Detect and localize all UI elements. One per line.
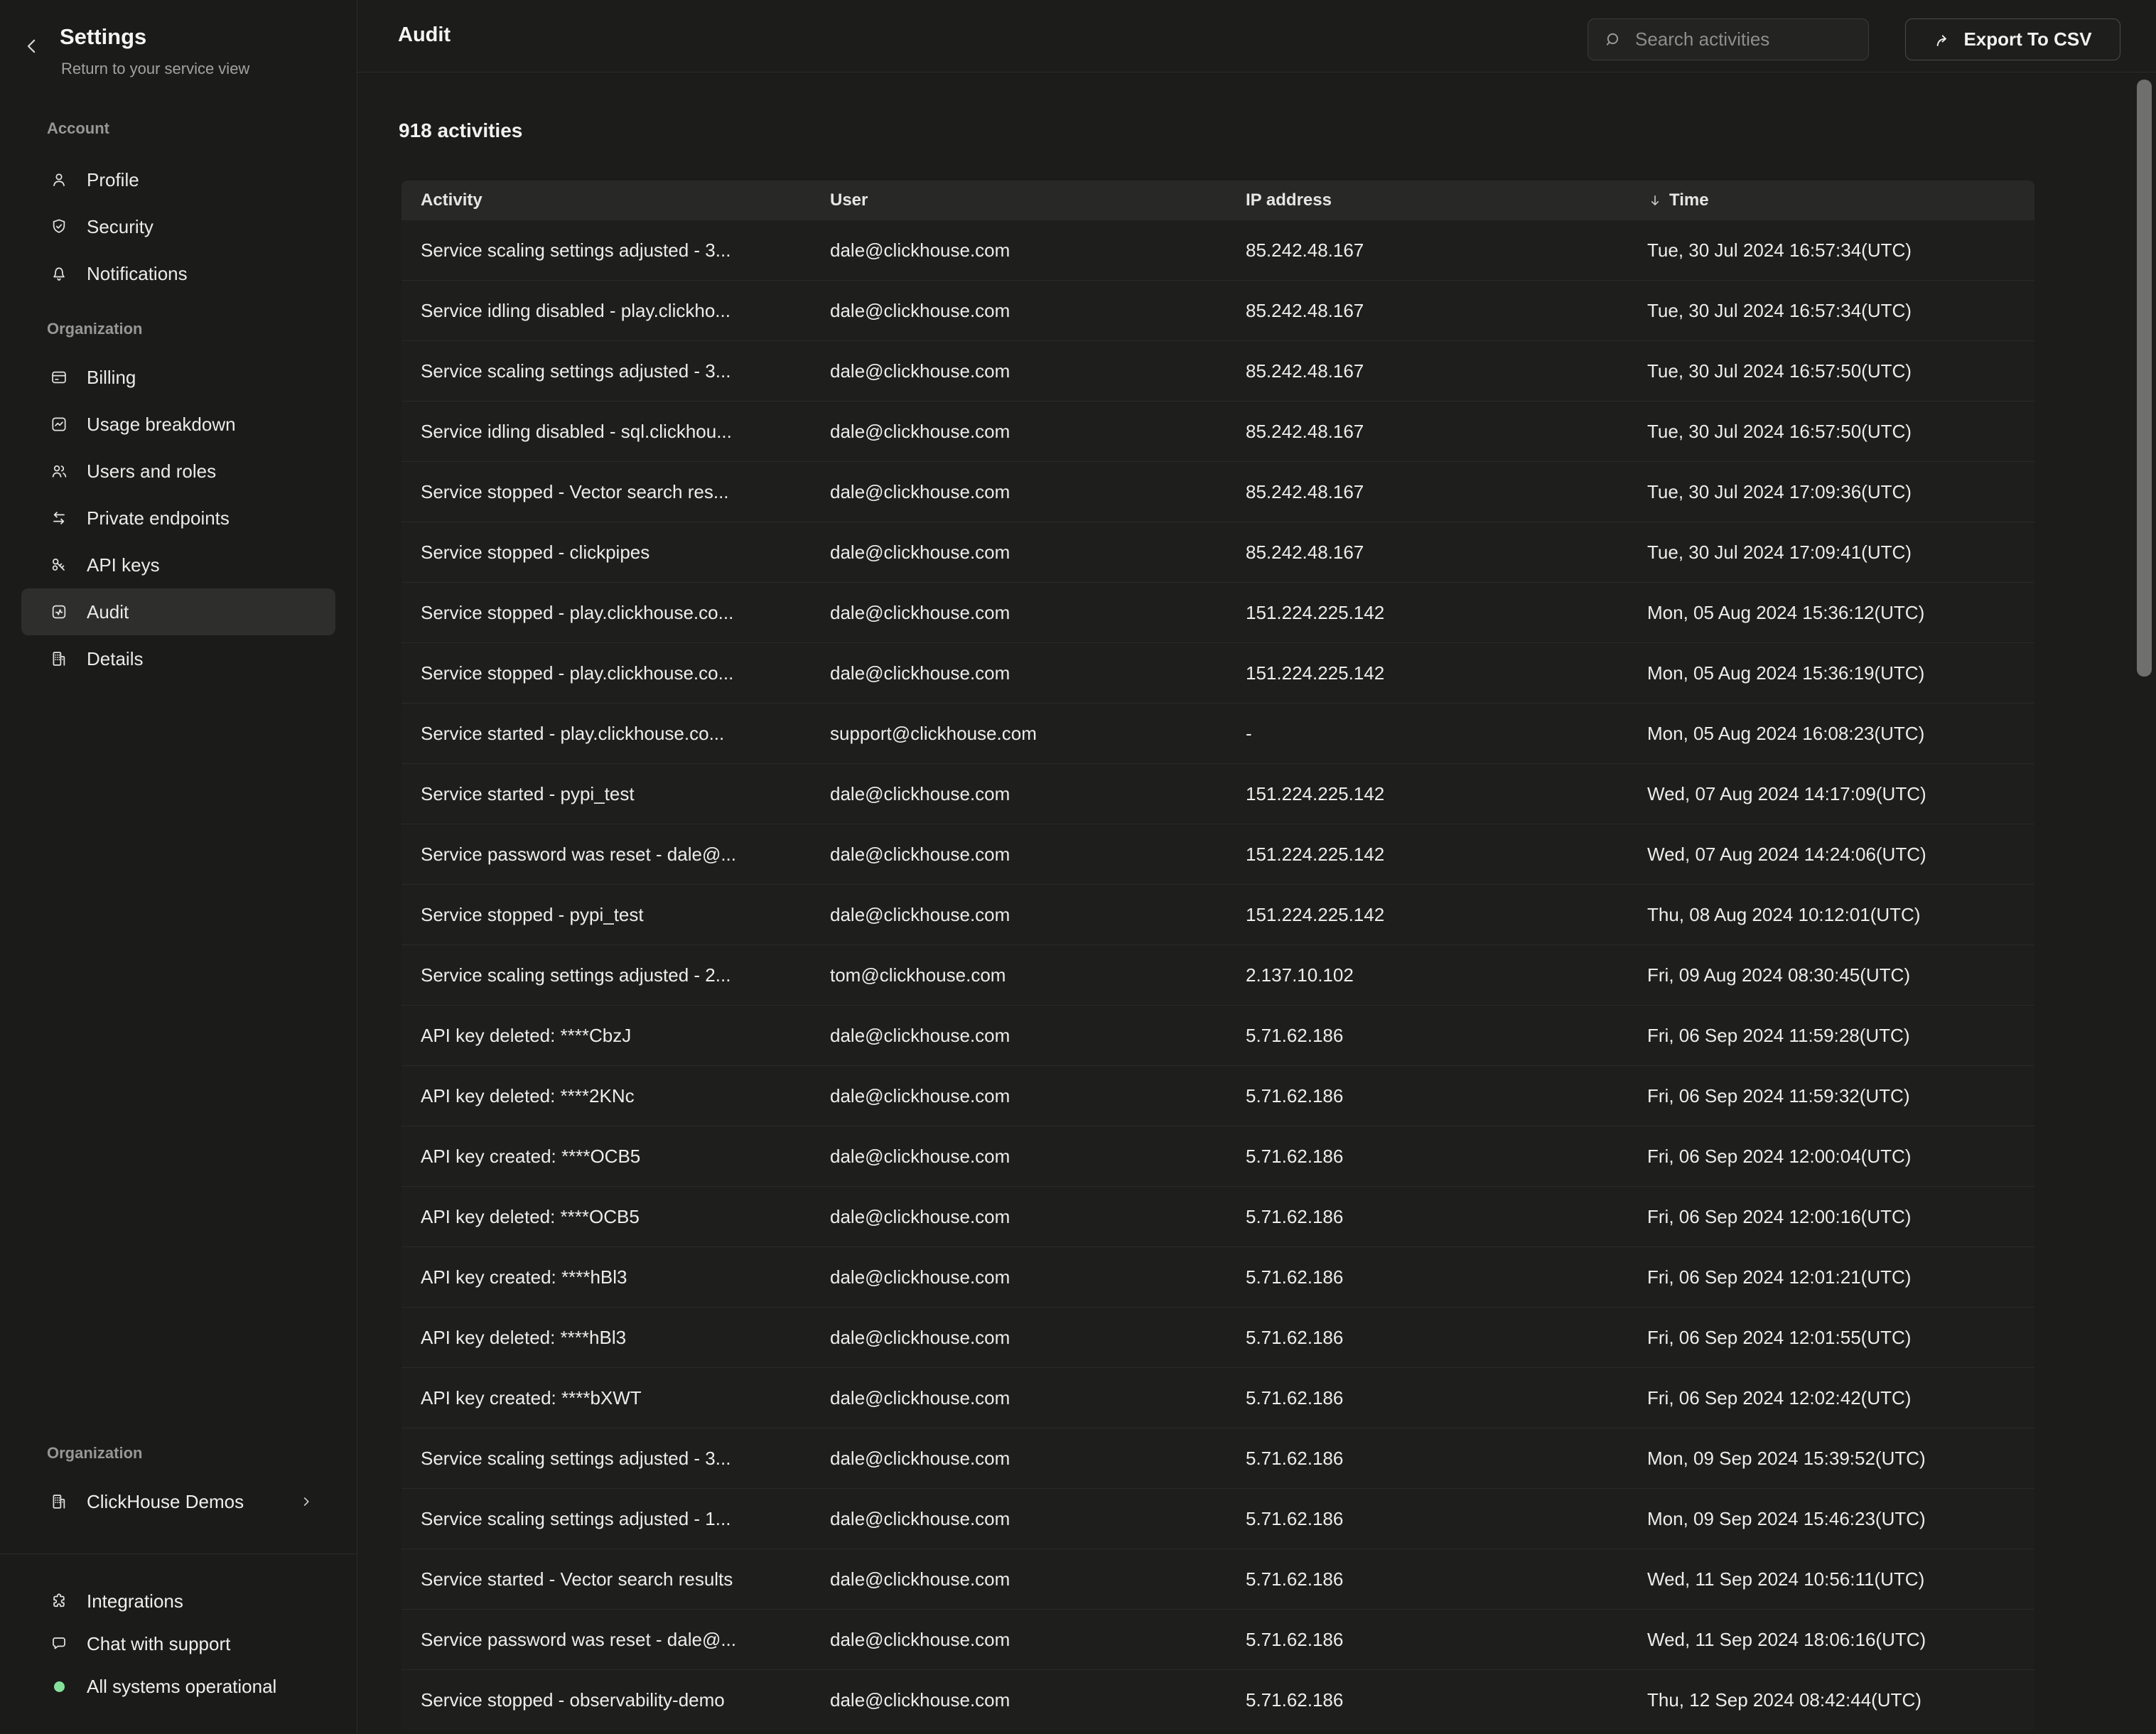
column-header-time[interactable]: Time [1647,190,2034,210]
section-label-organization: Organization [47,320,142,338]
app-root: Settings Return to your service view Acc… [0,0,2156,1734]
usage-chart-icon [50,415,68,434]
table-row: Service scaling settings adjusted - 3...… [401,1428,2034,1489]
table-row: Service stopped - observability-demodale… [401,1670,2034,1730]
column-header-activity[interactable]: Activity [401,190,830,210]
status-label: All systems operational [87,1676,276,1698]
table-row: Service stopped - Vector search res...da… [401,462,2034,522]
table-row: Service started - pypi_testdale@clickhou… [401,764,2034,824]
section-label-account: Account [47,119,109,138]
org-switcher[interactable]: ClickHouse Demos [0,1478,357,1525]
page-subtitle: Return to your service view [61,60,249,78]
export-label: Export To CSV [1963,28,2091,50]
scrollbar-thumb[interactable] [2137,80,2152,677]
page-title: Settings [60,24,146,50]
table-row: API key deleted: ****OCB5dale@clickhouse… [401,1187,2034,1247]
account-nav: Profile Security Notifications [0,156,357,297]
main-area: Audit Export To CSV 918 activities Activ… [357,0,2156,1734]
table-row: Service scaling settings adjusted - 2...… [401,945,2034,1006]
search-icon [1602,29,1624,50]
export-csv-button[interactable]: Export To CSV [1905,18,2120,60]
table-row: Service started - play.clickhouse.co...s… [401,704,2034,764]
table-row: Service scaling settings adjusted - 3...… [401,341,2034,402]
export-icon [1934,30,1953,50]
table-row: Service stopped - clickpipesdale@clickho… [401,522,2034,583]
table-row: Service stopped - pypi_testdale@clickhou… [401,885,2034,945]
audit-table: Activity User IP address Time Service sc… [401,181,2034,1730]
user-icon [50,171,68,189]
sidebar-item-usage-breakdown[interactable]: Usage breakdown [21,401,335,448]
sort-desc-arrow-icon [1647,193,1663,208]
table-row: Service password was reset - dale@...dal… [401,824,2034,885]
search-input[interactable] [1635,28,1855,50]
table-row: Service idling disabled - play.clickho..… [401,281,2034,341]
sidebar-item-chat-support[interactable]: Chat with support [0,1622,357,1665]
activities-count: 918 activities [399,119,522,142]
sidebar-item-users-and-roles[interactable]: Users and roles [21,448,335,495]
table-row: Service scaling settings adjusted - 3...… [401,220,2034,281]
table-row: API key deleted: ****CbzJdale@clickhouse… [401,1006,2034,1066]
table-row: Service scaling settings adjusted - 1...… [401,1489,2034,1549]
sidebar-item-details[interactable]: Details [21,635,335,682]
table-row: API key created: ****OCB5dale@clickhouse… [401,1126,2034,1187]
sidebar-item-billing[interactable]: Billing [21,354,335,401]
organization-nav: Billing Usage breakdown Users and roles … [0,354,357,682]
puzzle-icon [50,1592,68,1610]
users-icon [50,462,68,480]
sidebar-item-security[interactable]: Security [21,203,335,250]
chevron-left-icon [21,36,43,57]
table-row: Service stopped - play.clickhouse.co...d… [401,583,2034,643]
bell-icon [50,264,68,283]
chat-bubble-icon [50,1635,68,1653]
arrows-swap-icon [50,509,68,527]
section-label-org-switcher: Organization [47,1444,142,1463]
keys-icon [50,556,68,574]
column-header-ip[interactable]: IP address [1246,190,1647,210]
table-header: Activity User IP address Time [401,181,2034,220]
system-status-row[interactable]: All systems operational [0,1665,357,1708]
table-row: Service idling disabled - sql.clickhou..… [401,402,2034,462]
table-row: API key deleted: ****hBl3dale@clickhouse… [401,1308,2034,1368]
sidebar-item-profile[interactable]: Profile [21,156,335,203]
org-name: ClickHouse Demos [87,1491,244,1513]
sidebar-item-api-keys[interactable]: API keys [21,542,335,588]
chevron-right-icon [298,1494,314,1509]
building-icon [50,1492,68,1511]
table-row: API key created: ****bXWTdale@clickhouse… [401,1368,2034,1428]
audit-title: Audit [398,23,451,47]
table-row: API key created: ****hBl3dale@clickhouse… [401,1247,2034,1308]
audit-pulse-icon [50,603,68,621]
sidebar: Settings Return to your service view Acc… [0,0,357,1734]
shield-check-icon [50,217,68,236]
back-button[interactable] [21,36,43,57]
sidebar-item-private-endpoints[interactable]: Private endpoints [21,495,335,542]
sidebar-item-notifications[interactable]: Notifications [21,250,335,297]
sidebar-footer: Integrations Chat with support All syste… [0,1553,357,1734]
billing-card-icon [50,368,68,387]
sidebar-item-integrations[interactable]: Integrations [0,1580,357,1622]
search-box [1588,18,1869,60]
table-row: API key deleted: ****2KNcdale@clickhouse… [401,1066,2034,1126]
topbar: Audit Export To CSV [357,0,2156,72]
column-header-user[interactable]: User [830,190,1246,210]
table-row: Service password was reset - dale@...dal… [401,1610,2034,1670]
sidebar-item-audit[interactable]: Audit [21,588,335,635]
table-row: Service started - Vector search resultsd… [401,1549,2034,1610]
status-dot-icon [50,1677,68,1696]
table-row: Service stopped - play.clickhouse.co...d… [401,643,2034,704]
building-icon [50,650,68,668]
